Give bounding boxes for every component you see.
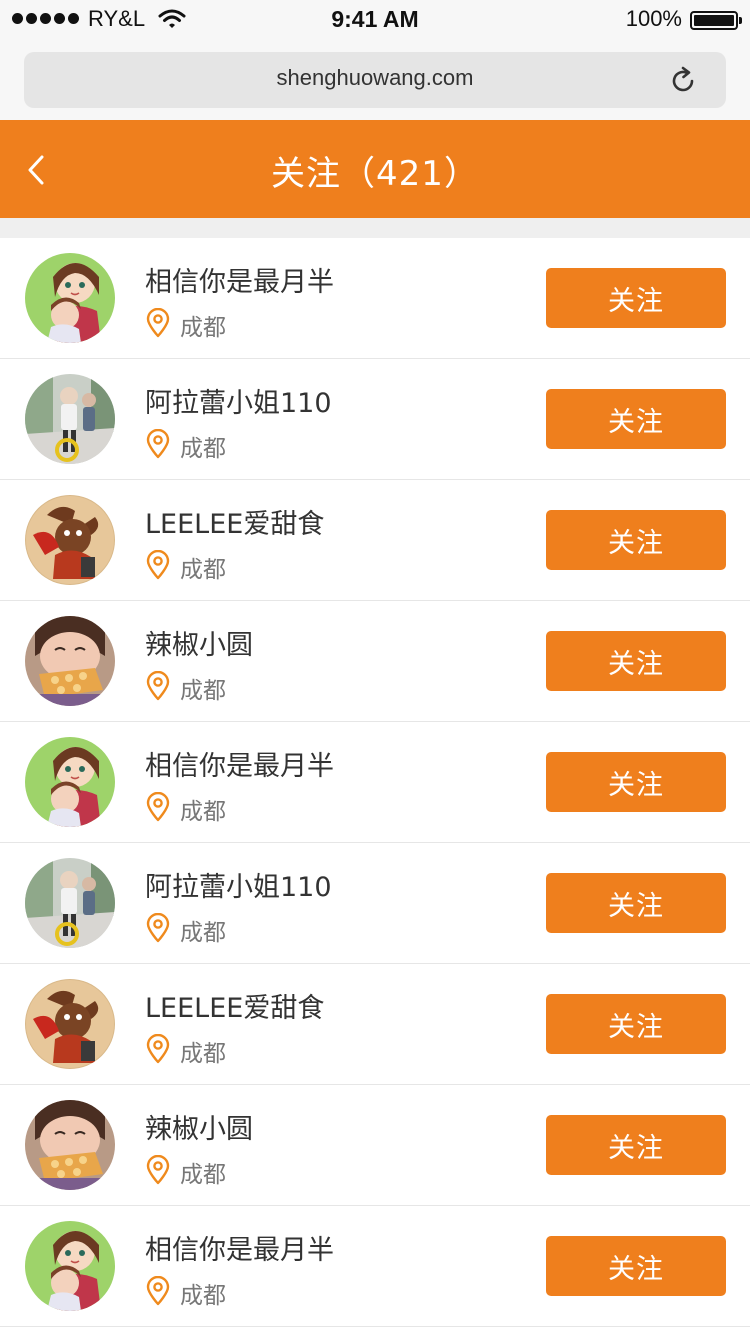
location-text: 成都: [180, 436, 226, 462]
location-pin-icon: [145, 912, 171, 947]
follow-button[interactable]: 关注: [546, 268, 726, 328]
list-item[interactable]: 辣椒小圆 成都 关注: [0, 1085, 750, 1206]
location-text: 成都: [180, 1041, 226, 1067]
list-item[interactable]: 相信你是最月半 成都 关注: [0, 238, 750, 359]
location-pin-icon: [145, 670, 171, 705]
follow-button[interactable]: 关注: [546, 1115, 726, 1175]
list-item[interactable]: 阿拉蕾小姐110 成都 关注: [0, 843, 750, 964]
list-item[interactable]: 辣椒小圆 成都 关注: [0, 601, 750, 722]
avatar-girl-cartoon[interactable]: [25, 253, 115, 343]
avatar-child-bread[interactable]: [25, 616, 115, 706]
avatar-girl-cartoon[interactable]: [25, 1221, 115, 1311]
follow-button[interactable]: 关注: [546, 510, 726, 570]
location-pin-icon: [145, 791, 171, 826]
reload-icon[interactable]: [668, 66, 698, 100]
user-name[interactable]: LEELEE爱甜食: [145, 986, 324, 1025]
avatar-girl-cartoon[interactable]: [25, 737, 115, 827]
user-name[interactable]: 阿拉蕾小姐110: [145, 381, 332, 420]
follow-button[interactable]: 关注: [546, 994, 726, 1054]
battery-level-fill: [694, 15, 734, 26]
battery-percent: 100%: [625, 6, 682, 31]
address-bar[interactable]: shenghuowang.com: [24, 52, 726, 108]
list-item[interactable]: LEELEE爱甜食 成都 关注: [0, 480, 750, 601]
list-item[interactable]: 相信你是最月半 成都 关注: [0, 1206, 750, 1327]
list-item[interactable]: 相信你是最月半 成都 关注: [0, 722, 750, 843]
location-text: 成都: [180, 678, 226, 704]
user-name[interactable]: 辣椒小圆: [145, 1107, 253, 1146]
user-name[interactable]: 相信你是最月半: [145, 260, 334, 299]
list-item[interactable]: LEELEE爱甜食 成都 关注: [0, 964, 750, 1085]
follow-button[interactable]: 关注: [546, 752, 726, 812]
location-text: 成都: [180, 1283, 226, 1309]
avatar-toy[interactable]: [25, 979, 115, 1069]
follow-button[interactable]: 关注: [546, 1236, 726, 1296]
location-text: 成都: [180, 557, 226, 583]
location-pin-icon: [145, 549, 171, 584]
location-pin-icon: [145, 307, 171, 342]
avatar-street-photo[interactable]: [25, 858, 115, 948]
user-name[interactable]: 相信你是最月半: [145, 1228, 334, 1267]
user-name[interactable]: 相信你是最月半: [145, 744, 334, 783]
avatar-toy[interactable]: [25, 495, 115, 585]
battery-icon: [690, 11, 742, 30]
user-name[interactable]: 辣椒小圆: [145, 623, 253, 662]
list-item[interactable]: 阿拉蕾小姐110 成都 关注: [0, 359, 750, 480]
follow-list: 相信你是最月半 成都 关注 阿拉蕾小姐110 成都 关注 LEELEE爱甜食 成…: [0, 238, 750, 1327]
avatar-street-photo[interactable]: [25, 374, 115, 464]
location-text: 成都: [180, 799, 226, 825]
browser-toolbar: shenghuowang.com: [0, 40, 750, 120]
location-pin-icon: [145, 428, 171, 463]
location-pin-icon: [145, 1275, 171, 1310]
location-pin-icon: [145, 1033, 171, 1068]
section-divider: [0, 218, 750, 238]
app-header: 关注（421）: [0, 120, 750, 218]
location-text: 成都: [180, 920, 226, 946]
url-text[interactable]: shenghuowang.com: [24, 65, 726, 91]
follow-button[interactable]: 关注: [546, 873, 726, 933]
user-name[interactable]: 阿拉蕾小姐110: [145, 865, 332, 904]
avatar-child-bread[interactable]: [25, 1100, 115, 1190]
location-pin-icon: [145, 1154, 171, 1189]
follow-button[interactable]: 关注: [546, 631, 726, 691]
follow-button[interactable]: 关注: [546, 389, 726, 449]
status-bar: RY&L 9:41 AM 100%: [0, 0, 750, 40]
page-title: 关注（421）: [271, 154, 479, 194]
location-text: 成都: [180, 1162, 226, 1188]
user-name[interactable]: LEELEE爱甜食: [145, 502, 324, 541]
location-text: 成都: [180, 315, 226, 341]
